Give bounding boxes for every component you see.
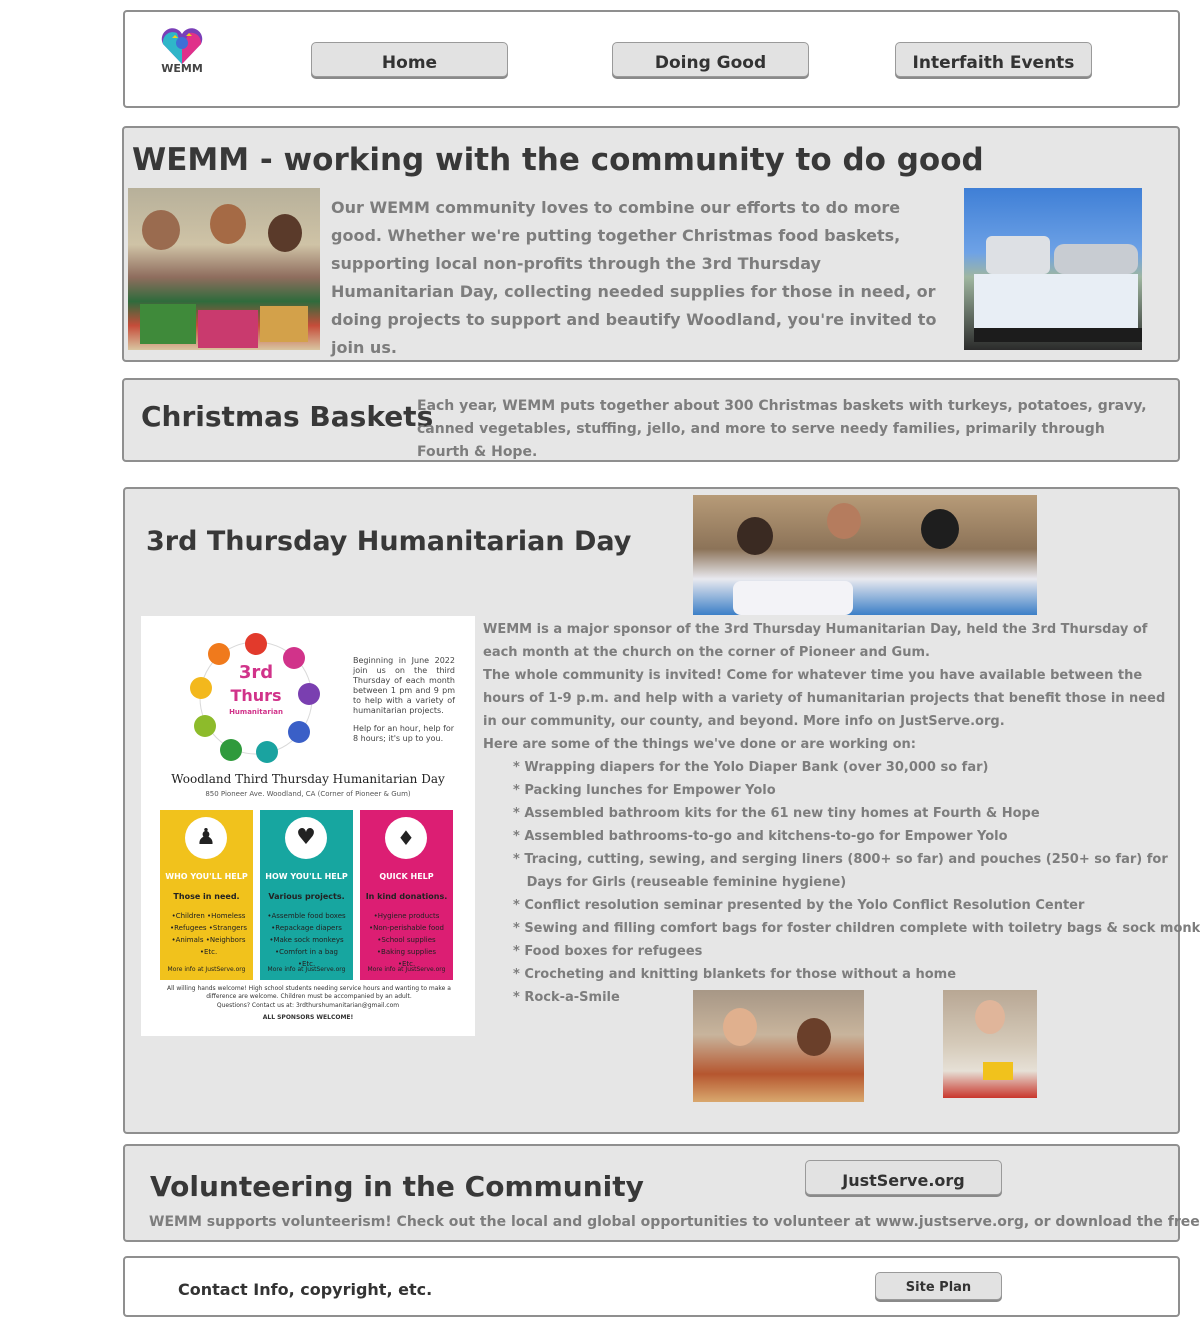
humanitarian-day-flyer: 3rd Thurs Humanitarian Beginning in June… [141, 616, 475, 1036]
volunteer-writing-photo [943, 990, 1037, 1098]
diaper-wrapping-photo [693, 495, 1037, 615]
christmas-baskets-text: Each year, WEMM puts together about 300 … [417, 398, 1147, 460]
logo-text: WEMM [161, 62, 203, 75]
flyer-footer: All willing hands welcome! High school s… [167, 985, 451, 1000]
person-icon: ♟ [185, 817, 227, 859]
humanitarian-paragraph-3: Here are some of the things we've done o… [483, 737, 916, 752]
gift-hand-icon: ♦ [385, 817, 427, 859]
humanitarian-paragraph-2: The whole community is invited! Come for… [483, 668, 1166, 729]
flyer-card-how: ♥ HOW YOU'LL HELP Various projects. •Ass… [260, 810, 353, 980]
flyer-card-how-more: More info at JustServe.org [267, 966, 346, 973]
flyer-intro-2: Help for an hour, help for 8 hours; it's… [353, 724, 455, 743]
intro-title: WEMM - working with the community to do … [132, 142, 984, 178]
footer-bar: Contact Info, copyright, etc. Site Plan [123, 1256, 1180, 1317]
flyer-sponsors: ALL SPONSORS WELCOME! [262, 1014, 354, 1021]
flyer-card-who-sub: Those in need. [173, 892, 240, 901]
humanitarian-day-text: WEMM is a major sponsor of the 3rd Thurs… [483, 618, 1200, 1009]
christmas-baskets-section: Christmas Baskets Each year, WEMM puts t… [122, 378, 1180, 462]
volunteering-title: Volunteering in the Community [150, 1170, 644, 1203]
intro-section: WEMM - working with the community to do … [122, 126, 1180, 362]
list-item: * Conflict resolution seminar presented … [513, 898, 1085, 913]
list-item: * Assembled bathroom kits for the 61 new… [513, 806, 1040, 821]
nav-doing-good-button[interactable]: Doing Good [612, 42, 809, 77]
badge-thurs: Thurs [230, 686, 282, 705]
flyer-card-quick-sub: In kind donations. [365, 892, 448, 901]
flyer-card-quick: ♦ QUICK HELP In kind donations. •Hygiene… [360, 810, 453, 980]
flyer-card-quick-heading: QUICK HELP [379, 872, 434, 881]
justserve-button[interactable]: JustServe.org [805, 1160, 1002, 1195]
heart-hands-icon: ♥ [285, 817, 327, 859]
list-item: * Food boxes for refugees [513, 944, 703, 959]
food-baskets-trailer-photo [964, 188, 1142, 350]
list-item: * Tracing, cutting, sewing, and serging … [513, 852, 1168, 867]
site-plan-button[interactable]: Site Plan [875, 1272, 1002, 1300]
flyer-contact: Questions? Contact us at: 3rdthurshumani… [216, 1002, 400, 1009]
list-item: * Crocheting and knitting blankets for t… [513, 967, 957, 982]
flyer-card-who-more: More info at JustServe.org [167, 966, 246, 973]
humanitarian-paragraph-1: WEMM is a major sponsor of the 3rd Thurs… [483, 622, 1148, 660]
list-item: * Assembled bathrooms-to-go and kitchens… [513, 829, 1008, 844]
intro-text: Our WEMM community loves to combine our … [331, 198, 937, 357]
badge-3rd: 3rd [238, 662, 274, 683]
volunteering-section: Volunteering in the Community JustServe.… [123, 1144, 1200, 1242]
wemm-logo[interactable]: WEMM [157, 26, 207, 78]
flyer-card-quick-more: More info at JustServe.org [367, 966, 446, 973]
humanitarian-day-section: 3rd Thursday Humanitarian Day 3rd Thurs … [123, 487, 1200, 1134]
list-item: * Sewing and filling comfort bags for fo… [513, 921, 1200, 936]
christmas-baskets-title: Christmas Baskets [141, 400, 434, 433]
volunteers-smiling-photo [693, 990, 864, 1102]
flyer-intro: Beginning in June 2022 join us on the th… [353, 656, 455, 715]
list-item: Days for Girls (reuseable feminine hygie… [513, 875, 847, 890]
flyer-card-how-lines: •Assemble food boxes •Repackage diapers … [267, 912, 346, 968]
flyer-address: 850 Pioneer Ave. Woodland, CA (Corner of… [205, 790, 411, 798]
flyer-card-who-heading: WHO YOU'LL HELP [165, 872, 248, 881]
footer-text: Contact Info, copyright, etc. [178, 1280, 433, 1299]
humanitarian-day-title: 3rd Thursday Humanitarian Day [146, 526, 632, 557]
nav-interfaith-events-button[interactable]: Interfaith Events [895, 42, 1092, 77]
volunteering-text: WEMM supports volunteerism! Check out th… [149, 1214, 1200, 1230]
list-item: * Packing lunches for Empower Yolo [513, 783, 776, 798]
flyer-title: Woodland Third Thursday Humanitarian Day [171, 772, 445, 786]
flyer-card-quick-lines: •Hygiene products •Non-perishable food •… [369, 912, 444, 968]
list-item: * Wrapping diapers for the Yolo Diaper B… [513, 760, 989, 775]
flyer-card-who: ♟ WHO YOU'LL HELP Those in need. •Childr… [160, 810, 253, 980]
badge-humanitarian: Humanitarian [229, 708, 283, 716]
nav-home-button[interactable]: Home [311, 42, 508, 77]
flyer-card-who-lines: •Children •Homeless •Refugees •Strangers… [169, 912, 247, 956]
flyer-card-how-sub: Various projects. [268, 892, 345, 901]
project-list: * Wrapping diapers for the Yolo Diaper B… [483, 756, 1200, 1009]
volunteers-sewing-photo [128, 188, 320, 350]
flyer-card-how-heading: HOW YOU'LL HELP [265, 872, 348, 881]
header-bar: WEMM Home Doing Good Interfaith Events [123, 10, 1180, 108]
